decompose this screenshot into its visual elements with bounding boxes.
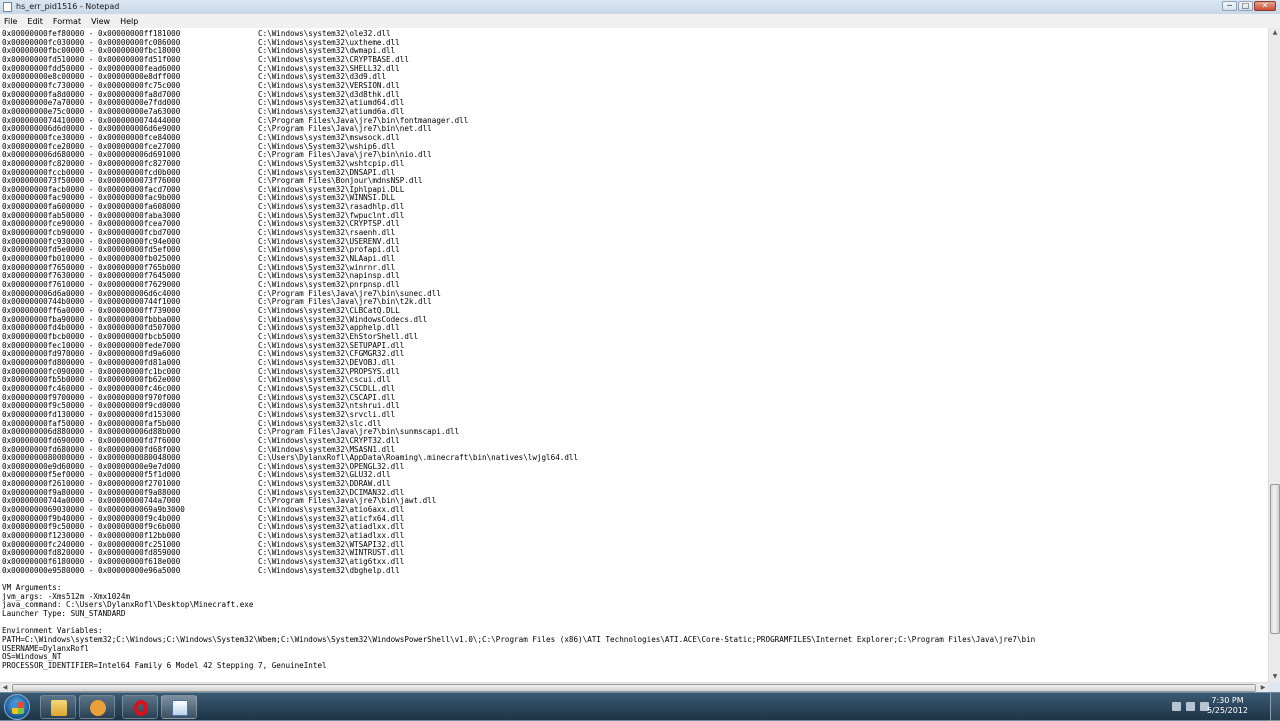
taskbar-explorer[interactable] <box>40 695 76 719</box>
start-button[interactable] <box>4 694 30 720</box>
taskbar-notepad[interactable] <box>161 695 197 719</box>
network-tray-icon[interactable] <box>1186 702 1195 711</box>
vertical-scrollbar[interactable]: ▲ ▼ <box>1268 28 1280 682</box>
windows-logo-icon <box>12 702 24 714</box>
clock[interactable]: 7:30 PM 5/25/2012 <box>1207 696 1248 716</box>
text-editor[interactable]: 0x00000000fef80000 - 0x00000000ff181000 … <box>0 28 1268 682</box>
menu-view[interactable]: View <box>91 17 110 26</box>
notepad-window: hs_err_pid1516 - Notepad ─ □ ✕ File Edit… <box>0 0 1280 692</box>
folder-icon <box>51 700 67 716</box>
horizontal-scrollbar[interactable]: ◀ ▶ <box>0 682 1268 692</box>
close-button[interactable]: ✕ <box>1254 1 1276 11</box>
scroll-up-button[interactable]: ▲ <box>1270 28 1280 38</box>
notepad-app-icon[interactable] <box>3 2 12 12</box>
editor-content[interactable]: 0x00000000fef80000 - 0x00000000ff181000 … <box>0 28 1268 671</box>
maximize-button[interactable]: □ <box>1238 1 1253 11</box>
vertical-scroll-thumb[interactable] <box>1270 484 1280 634</box>
notepad-icon <box>172 700 188 716</box>
window-title: hs_err_pid1516 - Notepad <box>16 2 120 11</box>
menu-file[interactable]: File <box>4 17 17 26</box>
opera-icon <box>134 700 148 716</box>
menu-edit[interactable]: Edit <box>27 17 43 26</box>
menu-help[interactable]: Help <box>120 17 138 26</box>
taskbar-opera[interactable] <box>122 695 158 719</box>
window-controls: ─ □ ✕ <box>1222 1 1276 11</box>
menu-format[interactable]: Format <box>53 17 81 26</box>
show-desktop-button[interactable] <box>1270 693 1280 721</box>
system-tray: 7:30 PM 5/25/2012 <box>1170 693 1280 721</box>
menu-bar: File Edit Format View Help <box>0 14 1280 28</box>
clock-time: 7:30 PM <box>1211 696 1244 705</box>
taskbar-media-player[interactable] <box>79 695 115 719</box>
media-player-icon <box>90 700 106 716</box>
flag-tray-icon[interactable] <box>1172 702 1181 711</box>
title-bar[interactable]: hs_err_pid1516 - Notepad ─ □ ✕ <box>0 0 1280 14</box>
scroll-down-button[interactable]: ▼ <box>1270 672 1280 682</box>
taskbar: 7:30 PM 5/25/2012 <box>0 692 1280 721</box>
clock-date: 5/25/2012 <box>1206 706 1248 715</box>
horizontal-scroll-thumb[interactable] <box>12 684 1256 692</box>
minimize-button[interactable]: ─ <box>1222 1 1237 11</box>
